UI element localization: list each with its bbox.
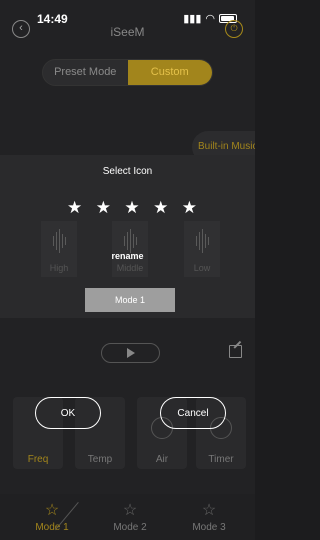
ok-button[interactable]: OK — [35, 397, 101, 429]
waveform-icon — [112, 229, 148, 253]
eq-middle-tile: Middle — [112, 221, 148, 277]
tab-label: Mode 1 — [35, 522, 69, 533]
power-icon: ⏻ — [230, 23, 238, 33]
star-icon[interactable]: ★ — [153, 198, 168, 218]
star-icon: ☆ — [44, 502, 60, 519]
custom-tab[interactable]: Custom — [127, 60, 212, 85]
cancel-button[interactable]: Cancel — [160, 397, 226, 429]
star-icon: ☆ — [201, 502, 217, 519]
temp-label: Temp — [87, 454, 113, 465]
waveform-icon — [184, 229, 220, 253]
freq-label: Freq — [27, 454, 49, 465]
eq-middle-label: Middle — [116, 263, 144, 273]
star-icon: ☆ — [122, 502, 138, 519]
signal-icon: ▮▮▮ — [183, 13, 202, 25]
wifi-icon: ◠ — [205, 13, 215, 25]
tab-label: Mode 2 — [113, 522, 147, 533]
star-icon[interactable]: ★ — [182, 198, 197, 218]
app-screen: 14:49 ▮▮▮ ◠ ‹ iSeeM ⏻ Preset Mode Custom… — [0, 0, 255, 540]
eq-low-tile: Low — [184, 221, 220, 277]
dialog-title: Select Icon — [102, 166, 153, 177]
star-icon[interactable]: ★ — [67, 198, 82, 218]
tab-mode-1[interactable]: ☆ Mode 1 — [27, 502, 77, 533]
icon-choices: ★ ★ ★ ★ ★ — [67, 198, 197, 218]
mode-switch: Preset Mode Custom — [42, 59, 213, 86]
star-icon[interactable]: ★ — [124, 198, 139, 218]
eq-high-tile: High — [41, 221, 77, 277]
air-label: Air — [155, 454, 169, 465]
edit-icon[interactable] — [229, 345, 242, 358]
tab-label: Mode 3 — [192, 522, 226, 533]
tab-mode-3[interactable]: ☆ Mode 3 — [184, 502, 234, 533]
preset-mode-tab[interactable]: Preset Mode — [43, 60, 128, 85]
mode-name-input[interactable]: Mode 1 — [85, 288, 175, 312]
page-title: iSeeM — [110, 25, 145, 39]
power-button[interactable]: ⏻ — [225, 20, 243, 38]
status-time: 14:49 — [37, 12, 68, 26]
rename-label: rename — [111, 251, 144, 261]
timer-label: Timer — [208, 454, 234, 465]
eq-low-label: Low — [193, 263, 211, 273]
tab-mode-2[interactable]: ☆ Mode 2 — [105, 502, 155, 533]
star-icon[interactable]: ★ — [96, 198, 111, 218]
waveform-icon — [41, 229, 77, 253]
play-button[interactable] — [101, 343, 160, 363]
eq-high-label: High — [49, 263, 69, 273]
